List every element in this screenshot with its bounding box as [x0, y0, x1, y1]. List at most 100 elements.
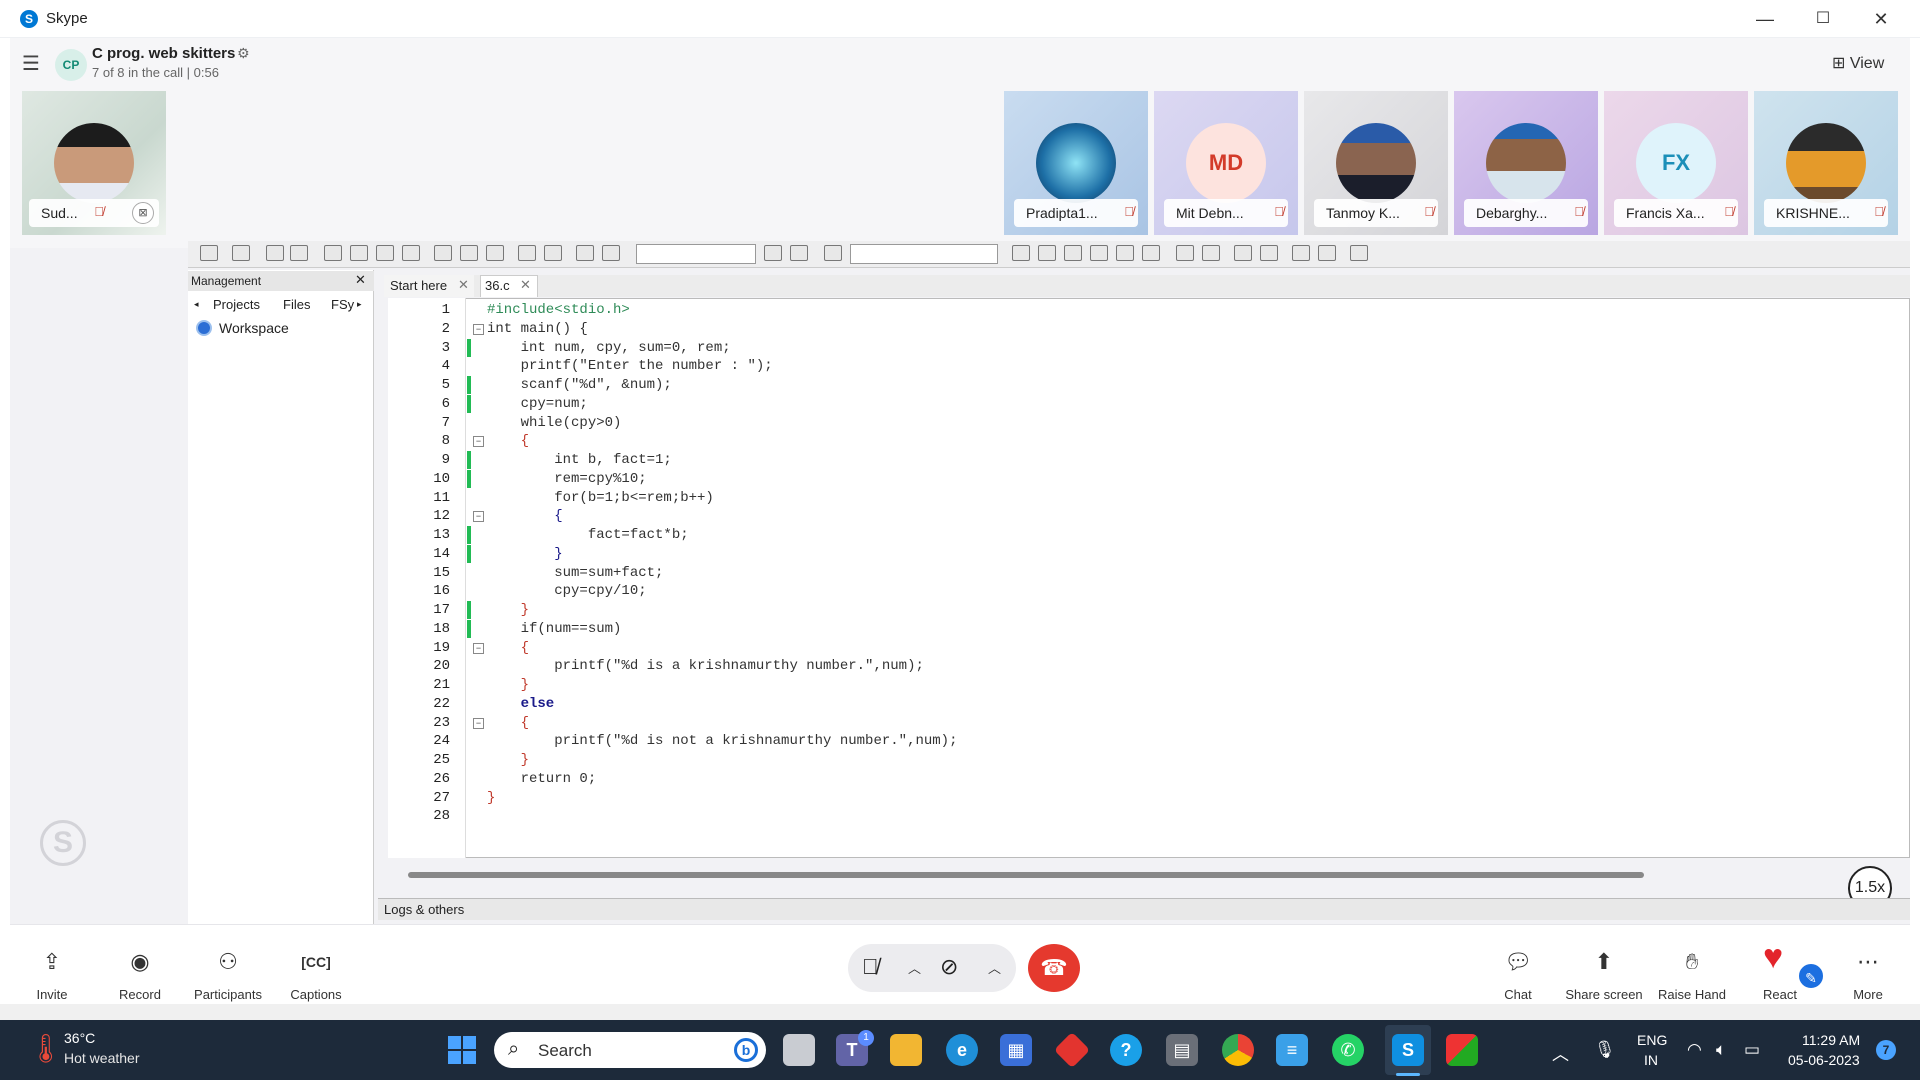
chevron-up-icon[interactable]: ︿ [908, 958, 921, 977]
bing-icon[interactable]: b [734, 1038, 758, 1062]
invite-button[interactable]: ⇪ Invite [10, 945, 94, 1002]
notification-badge[interactable]: 7 [1876, 1040, 1896, 1060]
store-icon[interactable]: ▦ [1000, 1034, 1032, 1066]
file-explorer-icon[interactable] [890, 1034, 922, 1066]
tab-files[interactable]: Files [283, 297, 310, 312]
logs-panel-title[interactable]: Logs & others [378, 898, 1910, 920]
participants-button[interactable]: ⚇ Participants [186, 945, 270, 1002]
start-button[interactable] [448, 1036, 476, 1064]
clock-date[interactable]: 05-06-2023 [1788, 1052, 1860, 1068]
search-icon[interactable] [764, 245, 782, 261]
chevron-up-icon[interactable]: ︿ [1552, 1040, 1569, 1065]
layout-icon[interactable] [402, 245, 420, 261]
participant-tile[interactable]: FX Francis Xa... 🎙̸ [1604, 91, 1748, 235]
group-name[interactable]: C prog. web skitters [92, 45, 235, 62]
tab-36c-label[interactable]: 36.c [485, 278, 510, 293]
chevron-up-icon[interactable]: ︿ [988, 958, 1001, 977]
captions-button[interactable]: [CC] Captions [274, 945, 358, 1002]
pen-icon[interactable]: ✎ [1797, 962, 1825, 990]
tab-start-here-label[interactable]: Start here [390, 278, 447, 293]
fold-toggle-icon[interactable]: − [473, 324, 484, 335]
participant-tile[interactable]: KRISHNE... 🎙̸ [1754, 91, 1898, 235]
tab-fsymbols[interactable]: FSy [331, 297, 354, 312]
symbol-combo[interactable] [850, 244, 998, 264]
rect-tool-icon[interactable] [232, 245, 250, 261]
region-indicator[interactable]: IN [1644, 1052, 1658, 1068]
close-button[interactable]: ✕ [1852, 0, 1910, 38]
volume-icon[interactable]: 🔈︎ [1716, 1040, 1726, 1060]
chat-button[interactable]: 💬︎ Chat [1476, 945, 1560, 1002]
block-icon[interactable] [290, 245, 308, 261]
tab-projects[interactable]: Projects [213, 297, 260, 312]
group-avatar[interactable]: CP [55, 49, 87, 81]
task-view-icon[interactable] [783, 1034, 815, 1066]
match-case-icon[interactable] [1116, 245, 1134, 261]
wifi-icon[interactable]: ◠ [1687, 1040, 1702, 1060]
whatsapp-icon[interactable]: ✆ [1332, 1034, 1364, 1066]
scroll-right-icon[interactable]: ▸ [357, 299, 362, 310]
codeblocks-icon[interactable] [1446, 1034, 1478, 1066]
camera-off-icon[interactable]: ⊘ [940, 954, 958, 980]
raise-hand-button[interactable]: ✋︎ Raise Hand [1650, 945, 1734, 1002]
microphone-icon[interactable]: 🎙︎ [1594, 1040, 1616, 1060]
layout-icon[interactable] [324, 245, 342, 261]
menu-icon[interactable]: ☰ [22, 51, 40, 76]
gear-icon[interactable]: ⚙ [237, 45, 250, 62]
fold-toggle-icon[interactable]: − [473, 436, 484, 447]
share-screen-button[interactable]: ⬆ Share screen [1562, 945, 1646, 1002]
minimize-button[interactable]: — [1736, 0, 1794, 38]
battery-icon[interactable]: ▭ [1744, 1040, 1760, 1060]
taskbar-search[interactable] [494, 1032, 766, 1068]
search-icon[interactable] [790, 245, 808, 261]
arrow-right-icon[interactable] [1038, 245, 1056, 261]
tool-icon[interactable] [1292, 245, 1310, 261]
participant-tile[interactable]: Pradipta1... 🎙̸ [1004, 91, 1148, 235]
block-icon[interactable] [266, 245, 284, 261]
language-indicator[interactable]: ENG [1637, 1032, 1667, 1048]
notepad-icon[interactable]: ≡ [1276, 1034, 1308, 1066]
select-tool-icon[interactable] [200, 245, 218, 261]
maximize-button[interactable]: ☐ [1794, 0, 1852, 38]
c-icon[interactable] [602, 245, 620, 261]
close-icon[interactable]: ✕ [355, 272, 366, 288]
highlight-icon[interactable] [1064, 245, 1082, 261]
target-combo[interactable] [636, 244, 756, 264]
workspace-item[interactable]: Workspace [219, 320, 289, 336]
weather-temperature[interactable]: 36°C [64, 1030, 95, 1046]
shape-icon[interactable] [486, 245, 504, 261]
arrow-left-icon[interactable] [1012, 245, 1030, 261]
help-icon[interactable]: ? [1110, 1034, 1142, 1066]
calculator-icon[interactable]: ▤ [1166, 1034, 1198, 1066]
end-call-button[interactable]: ☎ [1028, 944, 1080, 992]
clear-icon[interactable] [824, 245, 842, 261]
more-button[interactable]: ⋯ More [1826, 945, 1910, 1002]
help-icon[interactable] [1318, 245, 1336, 261]
skype-icon[interactable]: S [1392, 1034, 1424, 1066]
fold-toggle-icon[interactable]: − [473, 511, 484, 522]
tool-icon[interactable] [1090, 245, 1108, 261]
shape-icon[interactable] [460, 245, 478, 261]
horizontal-scrollbar[interactable] [408, 872, 1644, 878]
edge-icon[interactable]: e [946, 1034, 978, 1066]
participant-tile[interactable]: MD Mit Debn... 🎙̸ [1154, 91, 1298, 235]
fold-toggle-icon[interactable]: − [473, 718, 484, 729]
clock-time[interactable]: 11:29 AM [1802, 1032, 1860, 1048]
close-tab-icon[interactable]: ✕ [458, 277, 469, 293]
record-button[interactable]: ◉ Record [98, 945, 182, 1002]
layout-icon[interactable] [350, 245, 368, 261]
uncomment-icon[interactable] [1260, 245, 1278, 261]
comment-icon[interactable] [1234, 245, 1252, 261]
wrench-icon[interactable] [1350, 245, 1368, 261]
s-icon[interactable] [576, 245, 594, 261]
search-placeholder[interactable]: Search [538, 1041, 592, 1061]
participant-tile[interactable]: Tanmoy K... 🎙̸ [1304, 91, 1448, 235]
zoom-out-icon[interactable] [544, 245, 562, 261]
zoom-in-icon[interactable] [518, 245, 536, 261]
scroll-left-icon[interactable]: ◂ [194, 299, 199, 310]
unpin-icon[interactable]: ⊠ [132, 202, 154, 224]
shape-icon[interactable] [434, 245, 452, 261]
close-tab-icon[interactable]: ✕ [520, 277, 531, 293]
debug-icon[interactable] [1176, 245, 1194, 261]
mic-off-icon[interactable]: 🎙̸ [862, 954, 879, 980]
view-button[interactable]: ⊞ View [1832, 53, 1884, 73]
